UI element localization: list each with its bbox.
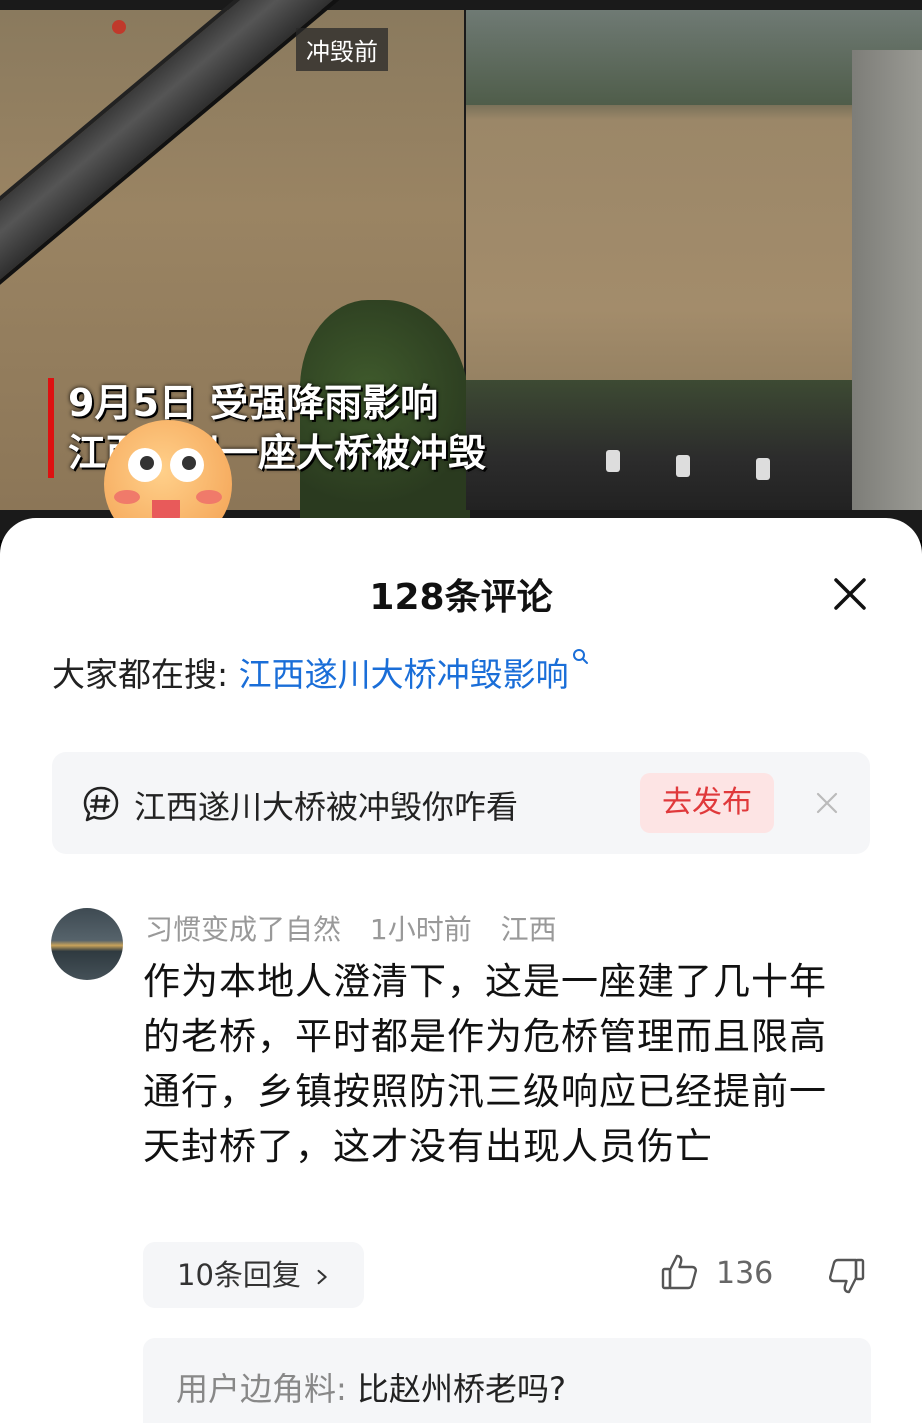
topic-prompt-text: 江西遂川大桥被冲毁你咋看 bbox=[134, 788, 519, 826]
emoji-eye bbox=[128, 448, 162, 482]
hashtag-bubble-icon bbox=[83, 786, 119, 822]
reply-preview: 用户边角料: 比赵州桥老吗? bbox=[176, 1364, 566, 1410]
building-image bbox=[852, 50, 922, 510]
chevron-right-icon bbox=[317, 1269, 327, 1285]
replies-label: 10条回复 bbox=[177, 1258, 301, 1292]
reply-preview-card[interactable]: 用户边角料: 比赵州桥老吗? bbox=[143, 1338, 871, 1423]
comment-location: 江西 bbox=[500, 913, 557, 946]
comment-username[interactable]: 习惯变成了自然 bbox=[145, 913, 341, 946]
reply-user: 用户边角料: bbox=[176, 1370, 347, 1408]
emoji-cheek bbox=[196, 490, 222, 504]
hot-search-row: 大家都在搜: 江西遂川大桥冲毁影响 bbox=[52, 648, 591, 696]
emoji-cheek bbox=[114, 490, 140, 504]
stage-tag: 冲毁前 bbox=[296, 28, 388, 71]
like-count: 136 bbox=[716, 1256, 774, 1291]
car-image bbox=[606, 450, 620, 472]
car-image bbox=[676, 455, 690, 477]
thumbs-up-icon[interactable] bbox=[660, 1252, 700, 1292]
topic-prompt-card: 江西遂川大桥被冲毁你咋看 去发布 bbox=[52, 752, 870, 854]
comments-sheet: 128条评论 大家都在搜: 江西遂川大桥冲毁影响 江西遂川大桥被冲毁你咋看 去发… bbox=[0, 518, 922, 1423]
avatar[interactable] bbox=[51, 908, 123, 980]
dismiss-prompt-icon[interactable] bbox=[814, 790, 840, 816]
comment-time: 1小时前 bbox=[369, 913, 472, 946]
video-frame-after bbox=[466, 10, 922, 510]
caption-line-1: 9月5日 受强降雨影响 bbox=[68, 381, 439, 425]
thumbs-down-icon[interactable] bbox=[826, 1256, 866, 1296]
reply-text: 比赵州桥老吗? bbox=[356, 1370, 566, 1408]
comment-meta: 习惯变成了自然 1小时前 江西 bbox=[145, 908, 577, 948]
search-icon[interactable] bbox=[571, 648, 591, 668]
comments-title: 128条评论 bbox=[369, 577, 553, 618]
close-icon[interactable] bbox=[826, 570, 874, 618]
emoji-eye bbox=[170, 448, 204, 482]
hot-search-link[interactable]: 江西遂川大桥冲毁影响 bbox=[239, 655, 569, 694]
broadcaster-logo-dot bbox=[112, 20, 126, 34]
view-replies-button[interactable]: 10条回复 bbox=[143, 1242, 364, 1308]
comment-text[interactable]: 作为本地人澄清下，这是一座建了几十年的老桥，平时都是作为危桥管理而且限高通行，乡… bbox=[143, 954, 855, 1174]
hot-search-label: 大家都在搜: bbox=[52, 655, 229, 694]
car-image bbox=[756, 458, 770, 480]
publish-button[interactable]: 去发布 bbox=[640, 773, 774, 833]
video-player[interactable]: 冲毁前 9月5日 受强降雨影响 江西遂川一座大桥被冲毁 bbox=[0, 0, 922, 540]
